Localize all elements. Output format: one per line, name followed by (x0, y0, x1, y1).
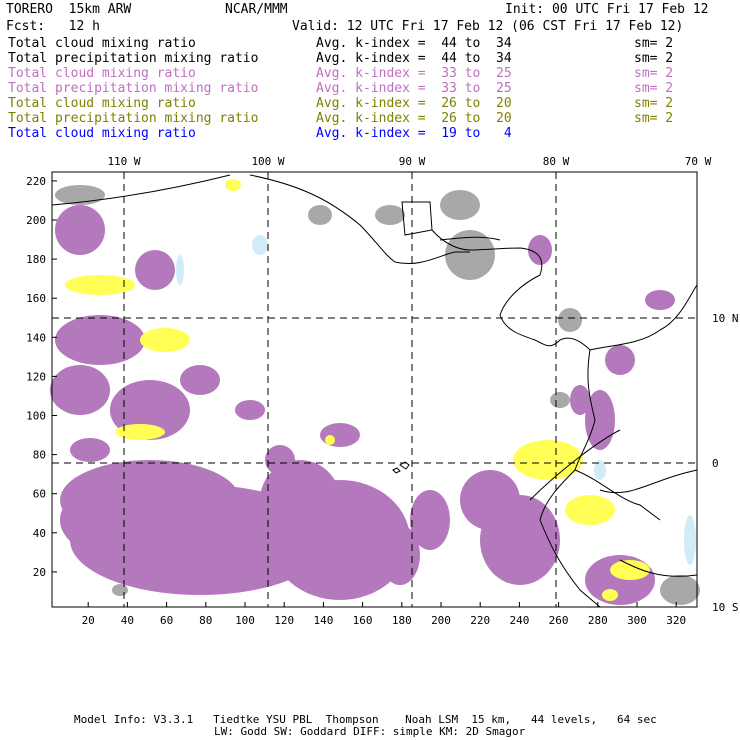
precip-region-purple (235, 400, 265, 420)
y-tick-label: 120 (26, 370, 46, 383)
y-tick-label: 100 (26, 410, 46, 423)
x-tick-label: 300 (627, 614, 647, 627)
y-tick-label: 80 (33, 449, 46, 462)
latitude-label: 0 (712, 457, 719, 470)
y-tick-label: 20 (33, 566, 46, 579)
cloud-region-lightblue (176, 255, 184, 285)
x-tick-label: 220 (470, 614, 490, 627)
x-tick-label: 20 (82, 614, 95, 627)
precip-region-purple (605, 345, 635, 375)
x-tick-label: 100 (235, 614, 255, 627)
y-tick-label: 160 (26, 292, 46, 305)
longitude-label: 80 W (543, 155, 570, 168)
x-tick-label: 140 (313, 614, 333, 627)
longitude-label: 100 W (251, 155, 284, 168)
precip-region-purple (135, 250, 175, 290)
cloud-region-gray (375, 205, 405, 225)
precip-region-yellow (565, 495, 615, 525)
longitude-label: 90 W (399, 155, 426, 168)
precip-region-yellow (225, 179, 241, 191)
latitude-label: 10 N (712, 312, 739, 325)
precip-region-purple (180, 365, 220, 395)
precip-region-purple (55, 205, 105, 255)
cloud-region-gray (308, 205, 332, 225)
y-tick-label: 220 (26, 175, 46, 188)
map-plot: 20 40 60 80 100 120 140 160 180 200 220 240 260 280 30… (26, 155, 739, 627)
model-info-line2: LW: Godd SW: Goddard DIFF: simple KM: 2D… (214, 725, 526, 738)
latitude-label: 10 S (712, 601, 739, 614)
x-tick-label: 320 (666, 614, 686, 627)
precip-region-yellow (325, 435, 335, 445)
y-tick-label: 40 (33, 527, 46, 540)
precip-region-purple (320, 423, 360, 447)
cloud-region-lightblue (252, 235, 268, 255)
y-tick-label: 200 (26, 214, 46, 227)
x-tick-label: 160 (353, 614, 373, 627)
precip-region-purple (528, 235, 552, 265)
precip-region-purple (60, 485, 160, 555)
precip-region-purple (645, 290, 675, 310)
longitude-label: 110 W (107, 155, 140, 168)
x-tick-label: 260 (549, 614, 569, 627)
weather-map-figure: TORERO 15km ARW NCAR/MMM Init: 00 UTC Fr… (0, 0, 740, 740)
precip-region-yellow (513, 440, 583, 480)
precip-region-purple (70, 438, 110, 462)
x-tick-label: 180 (392, 614, 412, 627)
precip-region-purple (570, 385, 590, 415)
longitude-label: 70 W (685, 155, 712, 168)
x-tick-label: 120 (274, 614, 294, 627)
precip-region-purple (265, 445, 295, 475)
x-tick-label: 280 (588, 614, 608, 627)
x-tick-label: 200 (431, 614, 451, 627)
x-tick-label: 40 (121, 614, 134, 627)
precip-region-purple (55, 315, 145, 365)
y-tick-label: 180 (26, 253, 46, 266)
cloud-region-gray (112, 584, 128, 596)
precip-region-yellow (115, 424, 165, 440)
cloud-region-gray (550, 392, 570, 408)
precip-region-yellow (610, 560, 650, 580)
x-tick-label: 60 (160, 614, 173, 627)
cloud-region-gray (558, 308, 582, 332)
cloud-region-lightblue (684, 515, 696, 565)
cloud-region-gray (440, 190, 480, 220)
cloud-region-gray (660, 575, 700, 605)
x-tick-label: 240 (509, 614, 529, 627)
x-tick-label: 80 (199, 614, 212, 627)
y-tick-label: 140 (26, 331, 46, 344)
precip-region-yellow (602, 589, 618, 601)
precip-region-yellow (140, 328, 190, 352)
precip-region-purple (50, 365, 110, 415)
precip-region-purple (380, 525, 420, 585)
y-tick-label: 60 (33, 488, 46, 501)
precip-region-purple (460, 470, 520, 530)
